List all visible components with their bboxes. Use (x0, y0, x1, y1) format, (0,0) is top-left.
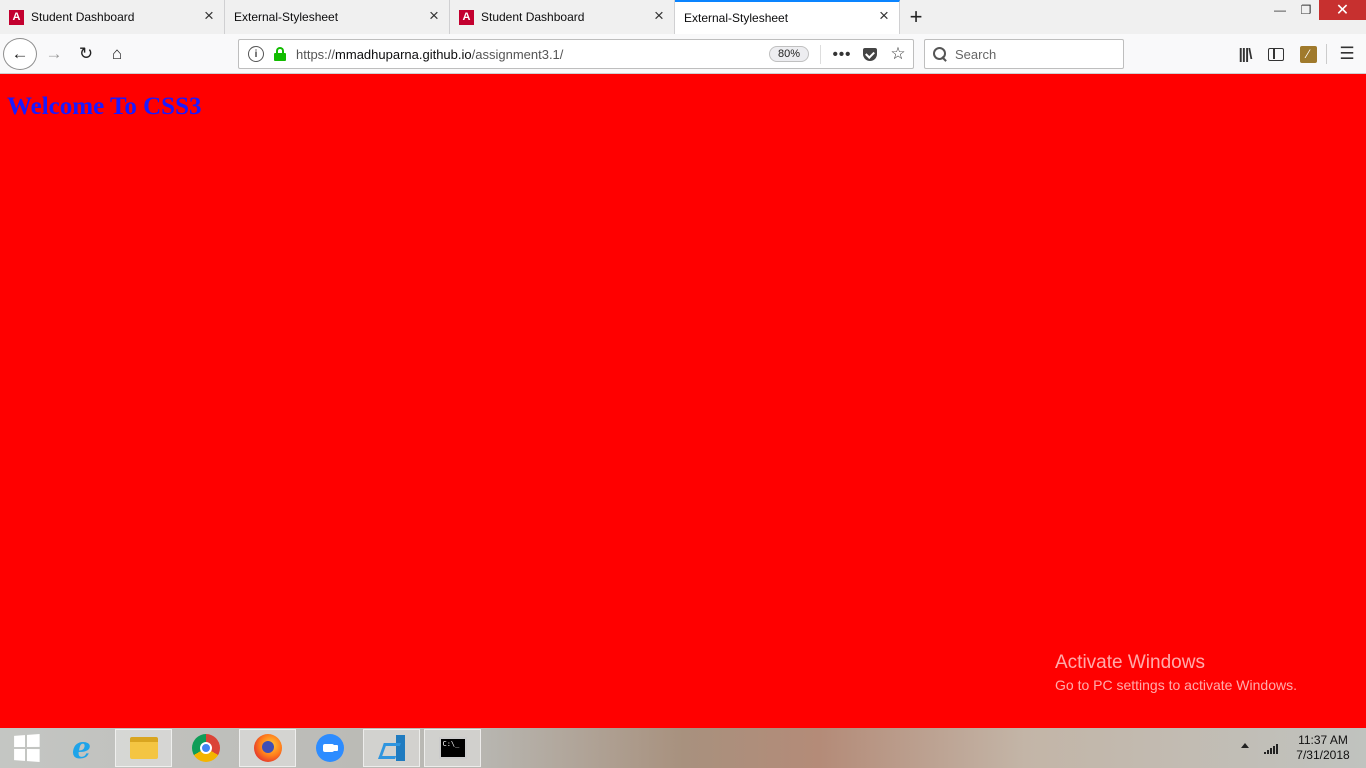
navigation-toolbar: ← → ↻ ⌂ i https://mmadhuparna.github.io/… (0, 34, 1366, 74)
taskbar-file-explorer[interactable] (115, 729, 172, 767)
pocket-icon[interactable] (859, 44, 881, 64)
hamburger-menu-icon[interactable]: ☰ (1335, 42, 1359, 66)
page-actions-icon[interactable]: ••• (831, 44, 853, 64)
tab-label: Student Dashboard (481, 10, 585, 24)
angular-icon: A (9, 9, 24, 25)
clock-time: 11:37 AM (1298, 733, 1348, 747)
back-button[interactable]: ← (3, 38, 37, 70)
taskbar-command-prompt[interactable]: C:\_ (424, 729, 481, 767)
firefox-icon (253, 734, 282, 762)
taskbar-firefox[interactable] (239, 729, 296, 767)
url-scheme: https:// (296, 46, 336, 62)
taskbar: e C:\_ 11:37 AM 7/31/2018 (0, 728, 1366, 768)
restore-icon[interactable]: ❐ (1293, 0, 1319, 20)
network-signal-icon[interactable] (1264, 744, 1278, 754)
tab-external-stylesheet-2[interactable]: External-Stylesheet × (675, 0, 900, 34)
toolbar-separator (1326, 44, 1327, 64)
tab-external-stylesheet-1[interactable]: External-Stylesheet × (225, 0, 450, 34)
search-placeholder: Search (955, 46, 997, 62)
file-explorer-icon (129, 737, 158, 759)
extension-icon[interactable]: ⁄ (1296, 42, 1320, 66)
url-text[interactable]: https://mmadhuparna.github.io/assignment… (296, 47, 563, 62)
internet-explorer-icon: e (71, 730, 92, 766)
tab-label: External-Stylesheet (234, 10, 339, 24)
taskbar-zoom[interactable] (301, 729, 358, 767)
close-tab-icon[interactable]: × (427, 7, 441, 24)
tab-student-dashboard-2[interactable]: A Student Dashboard × (450, 0, 675, 34)
new-tab-button[interactable]: + (900, 0, 932, 34)
taskbar-clock[interactable]: 11:37 AM 7/31/2018 (1288, 733, 1358, 763)
sidebar-icon[interactable] (1264, 42, 1288, 66)
windows-start-button[interactable] (0, 729, 52, 767)
tab-student-dashboard-1[interactable]: A Student Dashboard × (0, 0, 225, 34)
search-icon (933, 47, 947, 61)
home-button[interactable]: ⌂ (103, 38, 131, 70)
zoom-indicator[interactable]: 80% (768, 46, 809, 62)
windows-start-icon (14, 734, 40, 762)
angular-icon: A (459, 9, 474, 25)
library-icon[interactable]: |||\ (1233, 42, 1257, 66)
clock-date: 7/31/2018 (1296, 748, 1350, 762)
forward-button[interactable]: → (41, 38, 67, 70)
page-content: Welcome To CSS3 Activate Windows Go to P… (0, 74, 1366, 728)
url-separator (820, 45, 821, 64)
minimize-icon[interactable]: — (1267, 0, 1293, 20)
taskbar-chrome[interactable] (177, 729, 234, 767)
page-heading: Welcome To CSS3 (7, 93, 202, 120)
site-info-icon[interactable]: i (248, 46, 264, 62)
taskbar-internet-explorer[interactable]: e (53, 729, 110, 767)
bookmark-star-icon[interactable]: ☆ (887, 44, 909, 64)
tab-strip: A Student Dashboard × External-Styleshee… (0, 0, 1366, 34)
reload-button[interactable]: ↻ (72, 38, 100, 70)
vscode-icon (379, 735, 405, 761)
url-path: /assignment3.1/ (471, 46, 564, 62)
watermark-subtitle: Go to PC settings to activate Windows. (1055, 677, 1297, 693)
tab-label: Student Dashboard (31, 10, 135, 24)
close-tab-icon[interactable]: × (652, 7, 666, 24)
show-hidden-icons-icon[interactable] (1241, 743, 1249, 748)
activate-windows-watermark: Activate Windows Go to PC settings to ac… (1055, 652, 1297, 693)
command-prompt-icon: C:\_ (438, 737, 467, 759)
tab-label: External-Stylesheet (684, 11, 789, 25)
window-controls: — ❐ ✕ (1267, 0, 1366, 22)
taskbar-vscode[interactable] (363, 729, 420, 767)
close-tab-icon[interactable]: × (202, 7, 216, 24)
url-host: mmadhuparna.github.io (335, 46, 472, 62)
search-input[interactable]: Search (924, 39, 1124, 69)
chrome-icon (191, 734, 220, 762)
lock-icon[interactable] (274, 47, 286, 61)
window-close-icon[interactable]: ✕ (1319, 0, 1366, 20)
url-bar[interactable]: i https://mmadhuparna.github.io/assignme… (238, 39, 914, 69)
zoom-icon (315, 734, 344, 762)
watermark-title: Activate Windows (1055, 652, 1205, 673)
close-tab-icon[interactable]: × (877, 7, 891, 24)
